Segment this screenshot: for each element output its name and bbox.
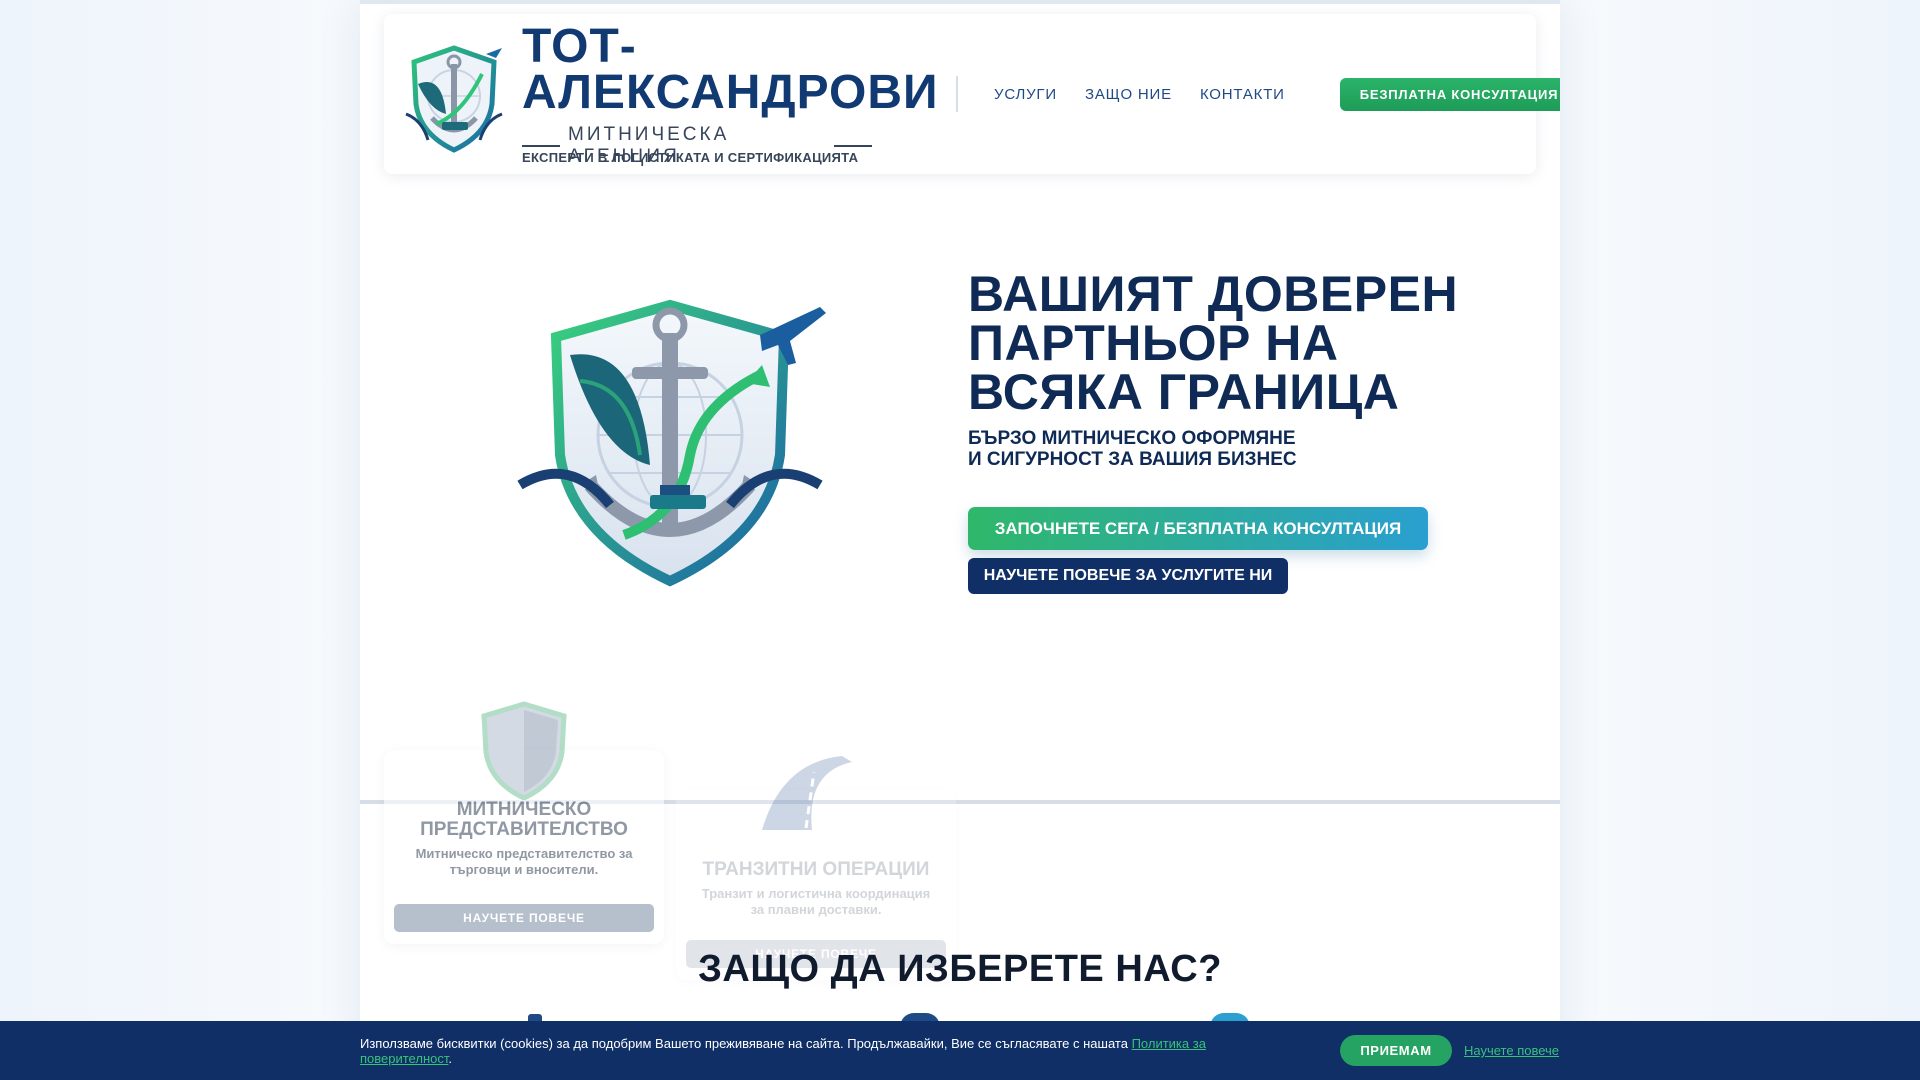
brand-title[interactable]: ТОТ-АЛЕКСАНДРОВИ — [522, 23, 962, 117]
learn-services-button[interactable]: НАУЧЕТЕ ПОВЕЧЕ ЗА УСЛУГИТЕ НИ — [968, 558, 1288, 594]
service-card-description: Транзит и логистична координация за плав… — [701, 886, 931, 917]
header-divider — [956, 76, 958, 112]
service-card-title: МИТНИЧЕСКО ПРЕДСТАВИТЕЛСТВО — [420, 799, 628, 840]
service-card-description: Митническо представителство за търговци … — [415, 846, 633, 877]
nav-item-why-us[interactable]: ЗАЩО НИЕ — [1085, 86, 1172, 103]
top-border — [360, 0, 1560, 4]
start-now-button[interactable]: ЗАПОЧНЕТЕ СЕГА / БЕЗПЛАТНА КОНСУЛТАЦИЯ — [968, 507, 1428, 550]
cookie-message: Използваме бисквитки (cookies) за да под… — [360, 1036, 1290, 1066]
site-header: ТОТ-АЛЕКСАНДРОВИ МИТНИЧЕСКА АГЕНЦИЯ ЕКСП… — [384, 14, 1560, 174]
cookie-learn-more-link[interactable]: Научете повече — [1464, 1043, 1559, 1058]
nav-item-services[interactable]: УСЛУГИ — [994, 86, 1057, 103]
cookie-text-end: . — [448, 1051, 452, 1066]
hero-emblem-icon — [517, 299, 826, 587]
accept-cookies-button[interactable]: ПРИЕМАМ — [1340, 1035, 1452, 1066]
cookie-banner: Използваме бисквитки (cookies) за да под… — [0, 1021, 1920, 1080]
brand-tagline: ЕКСПЕРТИ В ЛОГИСТИКАТА И СЕРТИФИКАЦИЯТА — [522, 150, 859, 165]
page-container: ТОТ-АЛЕКСАНДРОВИ МИТНИЧЕСКА АГЕНЦИЯ ЕКСП… — [360, 0, 1560, 1080]
hero-subheading: БЪРЗО МИТНИЧЕСКО ОФОРМЯНЕ И СИГУРНОСТ ЗА… — [968, 428, 1297, 470]
service-learn-more-button[interactable]: НАУЧЕТЕ ПОВЕЧЕ — [394, 904, 654, 932]
hero-heading: ВАШИЯТ ДОВЕРЕН ПАРТНЬОР НА ВСЯКА ГРАНИЦА — [968, 266, 1459, 420]
brand-logo-icon[interactable] — [402, 44, 506, 154]
nav-item-contacts[interactable]: КОНТАКТИ — [1200, 86, 1285, 103]
shield-icon — [481, 701, 567, 800]
free-consultation-button[interactable]: БЕЗПЛАТНА КОНСУЛТАЦИЯ — [1340, 78, 1560, 111]
service-card-title: ТРАНЗИТНИ ОПЕРАЦИИ — [702, 859, 930, 880]
cookie-text: Използваме бисквитки (cookies) за да под… — [360, 1036, 1128, 1051]
road-icon — [762, 756, 852, 830]
main-nav: УСЛУГИ ЗАЩО НИЕ КОНТАКТИ — [994, 86, 1285, 103]
subtitle-rule-right — [834, 145, 872, 147]
subtitle-rule-left — [522, 145, 560, 147]
why-us-heading: ЗАЩО ДА ИЗБЕРЕТЕ НАС? — [698, 948, 1222, 990]
